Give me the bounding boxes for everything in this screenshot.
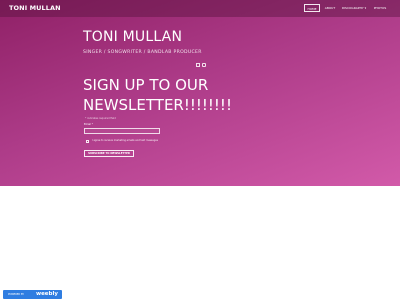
nav-item-photos[interactable]: PHOTOS (369, 4, 391, 12)
newsletter-heading-line1: SIGN UP TO OUR (83, 76, 209, 94)
subscribe-button[interactable]: SUBSCRIBE TO NEWSLETTER (84, 150, 134, 157)
consent-checkbox[interactable] (86, 140, 89, 143)
nav-item-discography[interactable]: DISCOGRAPHY ▾ (341, 4, 367, 12)
email-label: Email * (84, 123, 93, 126)
site-title[interactable]: TONI MULLAN (9, 4, 61, 12)
required-field-note: * indicates required field (85, 117, 116, 120)
badge-prefix: POWERED BY (8, 293, 24, 296)
facebook-icon[interactable] (196, 63, 200, 67)
nav-item-about[interactable]: ABOUT (324, 4, 336, 12)
hero-banner: TONI MULLAN HOME ABOUT DISCOGRAPHY ▾ PHO… (0, 0, 400, 186)
powered-by-weebly-badge[interactable]: POWERED BY weebly (3, 290, 62, 299)
youtube-icon[interactable] (202, 63, 206, 67)
nav-item-home[interactable]: HOME (304, 4, 320, 12)
artist-tagline: SINGER / SONGWRITER / BANDLAB PRODUCER (83, 50, 202, 55)
consent-text: I agree to receive marketing emails and … (92, 139, 158, 142)
newsletter-heading: SIGN UP TO OUR NEWSLETTER!!!!!!!! (83, 75, 232, 115)
artist-name: TONI MULLAN (83, 29, 183, 45)
email-field[interactable] (84, 128, 160, 134)
newsletter-heading-line2: NEWSLETTER!!!!!!!! (83, 96, 232, 114)
top-navigation-bar: TONI MULLAN HOME ABOUT DISCOGRAPHY ▾ PHO… (0, 0, 400, 17)
weebly-logo: weebly (36, 291, 58, 297)
